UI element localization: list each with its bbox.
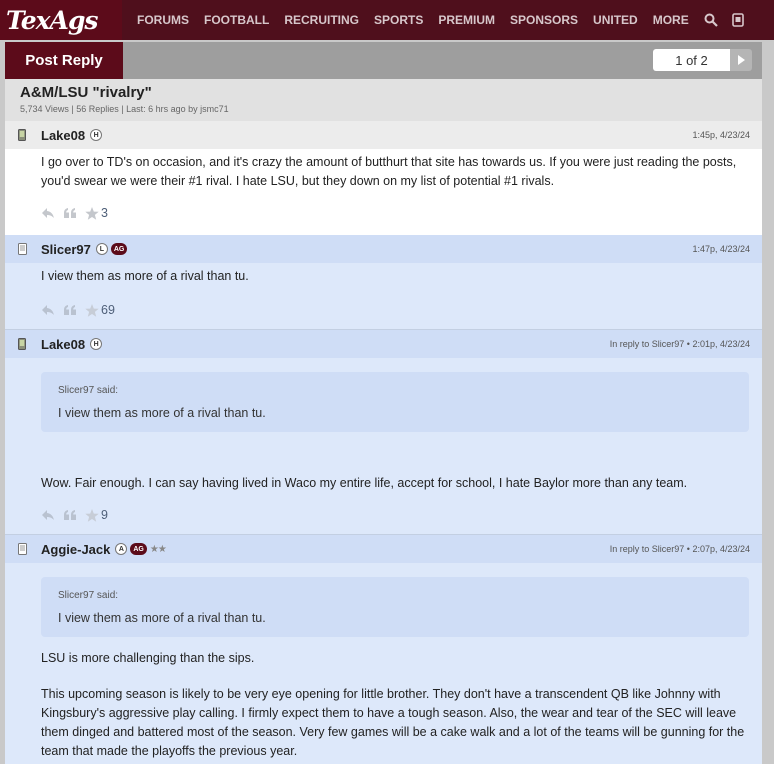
user-badge: H [90,338,103,350]
post-time: In reply to Slicer97 • 2:07p, 4/23/24 [609,544,750,554]
quote-block: Slicer97 said: I view them as more of a … [41,577,749,637]
reply-icon[interactable] [41,304,55,316]
ag-badge: AG [130,543,147,555]
reply-icon[interactable] [41,509,55,521]
nav-sports[interactable]: SPORTS [374,13,423,27]
user-badge: H [90,129,103,141]
app-icon[interactable] [731,13,744,27]
ag-badge: AG [110,243,128,255]
post-actions: 69 [5,300,762,320]
chevron-right-icon [738,55,745,65]
mobile-device-icon [18,129,28,141]
quote-author: Slicer97 said: [58,590,119,601]
quote-block: Slicer97 said: I view them as more of a … [41,372,749,432]
thread-meta: 5,734 Views | 56 Replies | Last: 6 hrs a… [20,104,229,114]
post-body: LSU is more challenging than the sips. [41,651,255,665]
post-header: Lake08 H In reply to Slicer97 • 2:01p, 4… [5,330,762,358]
post-header: Aggie-Jack A AG ★★ In reply to Slicer97 … [5,535,762,563]
post: Lake08 H 1:45p, 4/23/24 I go over to TD'… [5,121,762,235]
post-header: Slicer97 L AG 1:47p, 4/23/24 [5,235,762,263]
quote-text: I view them as more of a rival than tu. [58,611,266,625]
post-time: 1:47p, 4/23/24 [692,244,750,254]
user-badge: L [95,243,108,255]
thread-info: A&M/LSU "rivalry" 5,734 Views | 56 Repli… [5,79,762,121]
post-body: I view them as more of a rival than tu. [41,269,249,283]
thread-title: A&M/LSU "rivalry" [20,84,152,101]
quote-icon[interactable] [63,207,77,219]
texags-logo[interactable]: TexAgs [0,0,122,40]
username[interactable]: Lake08 [41,128,85,143]
reply-icon[interactable] [41,207,55,219]
post-time: In reply to Slicer97 • 2:01p, 4/23/24 [609,339,750,349]
username[interactable]: Aggie-Jack [41,542,110,557]
post-header: Lake08 H 1:45p, 4/23/24 [5,121,762,149]
post-reply-button[interactable]: Post Reply [5,42,123,79]
logo-text: TexAgs [6,5,98,35]
star-icon[interactable] [85,303,99,317]
top-navbar: TexAgs FORUMS FOOTBALL RECRUITING SPORTS… [0,0,774,40]
next-page-button[interactable] [730,49,752,71]
main-nav: FORUMS FOOTBALL RECRUITING SPORTS PREMIU… [137,13,758,27]
nav-sponsors[interactable]: SPONSORS [510,13,578,27]
thread-container: Post Reply 1 of 2 A&M/LSU "rivalry" 5,73… [5,42,762,764]
post-body: I go over to TD's on occasion, and it's … [41,155,737,188]
post-content: Slicer97 said: I view them as more of a … [5,358,762,493]
post: Slicer97 L AG 1:47p, 4/23/24 I view them… [5,235,762,329]
star-icon[interactable] [85,206,99,220]
post-body: Wow. Fair enough. I can say having lived… [41,476,688,490]
user-badge: A [115,543,128,555]
quote-author: Slicer97 said: [58,385,119,396]
post-content: Slicer97 said: I view them as more of a … [5,563,762,761]
nav-football[interactable]: FOOTBALL [204,13,269,27]
post-actions: 3 [5,203,762,223]
like-count: 69 [101,303,115,317]
nav-recruiting[interactable]: RECRUITING [284,13,359,27]
thread-toolbar: Post Reply 1 of 2 [5,42,762,79]
post: Lake08 H In reply to Slicer97 • 2:01p, 4… [5,329,762,534]
quote-text: I view them as more of a rival than tu. [58,406,266,420]
rating-stars: ★★ [149,543,167,555]
nav-forums[interactable]: FORUMS [137,13,189,27]
username[interactable]: Lake08 [41,337,85,352]
post: Aggie-Jack A AG ★★ In reply to Slicer97 … [5,534,762,764]
nav-united[interactable]: UNITED [593,13,638,27]
desktop-device-icon [18,243,28,255]
post-actions: 9 [5,505,762,525]
nav-premium[interactable]: PREMIUM [438,13,495,27]
mobile-device-icon [18,338,28,350]
like-count: 3 [101,206,108,220]
quote-icon[interactable] [63,509,77,521]
page-indicator[interactable]: 1 of 2 [653,49,730,71]
quote-icon[interactable] [63,304,77,316]
username[interactable]: Slicer97 [41,242,91,257]
post-time: 1:45p, 4/23/24 [692,130,750,140]
search-icon[interactable] [704,13,718,27]
pager: 1 of 2 [653,49,752,71]
like-count: 9 [101,508,108,522]
star-icon[interactable] [85,508,99,522]
desktop-device-icon [18,543,28,555]
nav-more[interactable]: MORE [653,13,689,27]
